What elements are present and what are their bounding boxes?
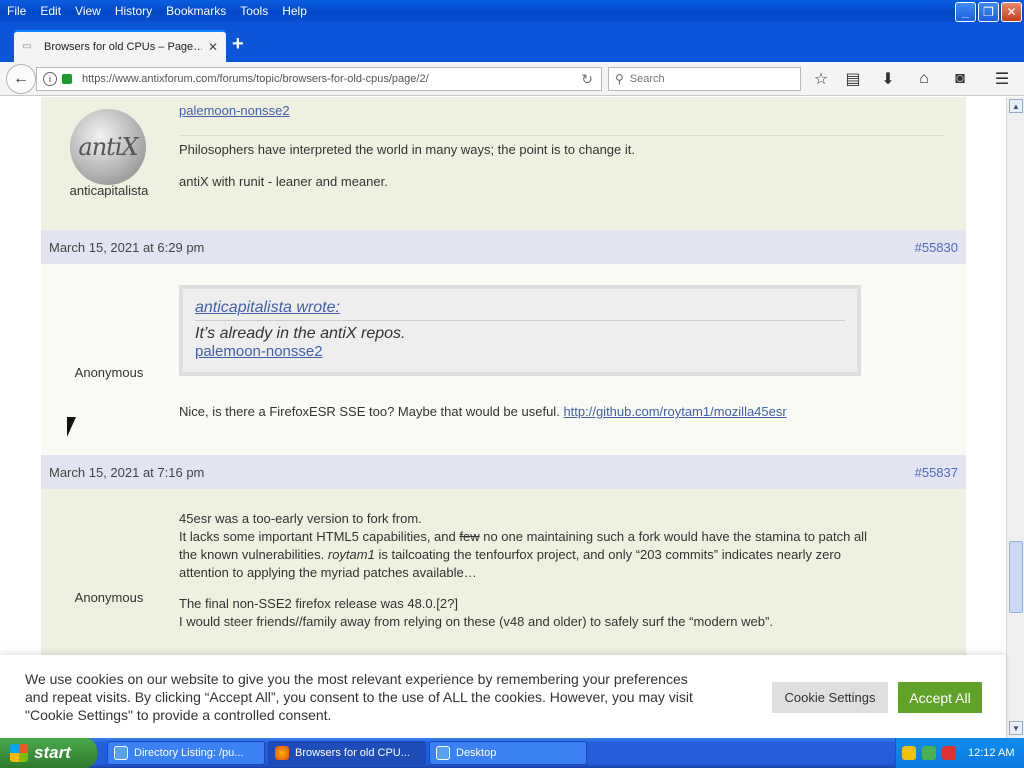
vertical-scrollbar[interactable]: ▲ ▼ (1006, 97, 1024, 738)
home-icon[interactable]: ⌂ (913, 69, 935, 89)
menu-file[interactable]: File (0, 0, 33, 22)
menu-icon[interactable]: ☰ (991, 69, 1013, 89)
post-line-part: no one maintaining such a fork would hav… (483, 529, 867, 544)
post-line-part: It lacks some important HTML5 capabiliti… (179, 529, 456, 544)
taskbar-item-desktop[interactable]: Desktop (429, 741, 587, 765)
scroll-up-icon[interactable]: ▲ (1009, 99, 1023, 113)
url-text[interactable]: https://www.antixforum.com/forums/topic/… (82, 73, 581, 85)
system-tray: 12:12 AM (895, 738, 1024, 768)
signature-divider (179, 135, 945, 136)
post-text-body: Nice, is there a FirefoxESR SSE too? May… (179, 404, 560, 419)
menu-view[interactable]: View (68, 0, 108, 22)
quote-link[interactable]: palemoon-nonsse2 (195, 343, 845, 360)
post-line: the known vulnerabilities. roytam1 is ta… (179, 546, 939, 564)
shield-icon[interactable] (902, 746, 916, 760)
new-tab-button[interactable]: + (232, 34, 244, 54)
cookie-settings-button[interactable]: Cookie Settings (772, 682, 888, 713)
post-line: The final non-SSE2 firefox release was 4… (179, 596, 458, 611)
tab-close-icon[interactable]: ✕ (208, 40, 218, 54)
windows-flag-icon (10, 744, 28, 762)
tab-browsers-for-old-cpus[interactable]: ▭ Browsers for old CPUs – Page… ✕ (14, 30, 226, 62)
desktop-icon (436, 746, 450, 760)
page-favicon-icon: ▭ (22, 41, 32, 52)
post-line: 45esr was a too-early version to fork fr… (179, 511, 422, 526)
lock-icon[interactable] (62, 74, 72, 84)
download-icon[interactable]: ⬇ (877, 69, 899, 89)
taskbar-item-browsers[interactable]: Browsers for old CPU... (268, 741, 426, 765)
minimize-button[interactable]: _ (955, 2, 976, 22)
menu-history[interactable]: History (108, 0, 159, 22)
taskbar-item-label: Directory Listing: /pu... (134, 747, 244, 759)
restore-button[interactable]: ❐ (978, 2, 999, 22)
mouse-cursor-icon (67, 417, 76, 437)
close-window-button[interactable]: ✕ (1001, 2, 1022, 22)
post-link[interactable]: palemoon-nonsse2 (179, 102, 290, 120)
post-line: I would steer friends//family away from … (179, 614, 773, 629)
post-author: Anonymous (74, 590, 144, 605)
network-icon[interactable] (922, 746, 936, 760)
accept-all-button[interactable]: Accept All (898, 682, 982, 713)
taskbar-item-label: Desktop (456, 747, 497, 759)
firefox-icon (275, 746, 289, 760)
post-id-link[interactable]: #55837 (915, 465, 958, 480)
start-button[interactable]: start (0, 738, 97, 768)
post-header: March 15, 2021 at 7:16 pm #55837 (41, 455, 966, 489)
taskbar: start Directory Listing: /pu... Browsers… (0, 738, 1024, 768)
post-line: attention to applying the myriad patches… (179, 565, 477, 580)
signature-line-2: antiX with runit - leaner and meaner. (179, 174, 388, 189)
strikethrough-text: few (459, 529, 480, 544)
search-icon: ⚲ (615, 72, 624, 86)
start-label: start (34, 743, 71, 762)
post-line-part: is tailcoating the tenfourfox project, a… (378, 547, 841, 562)
security-alert-icon[interactable] (942, 746, 956, 760)
post-date: March 15, 2021 at 7:16 pm (49, 464, 205, 480)
tab-title: Browsers for old CPUs – Page… (44, 41, 202, 53)
info-icon[interactable]: i (43, 72, 57, 86)
post-text: 45esr was a too-early version to fork fr… (179, 510, 939, 631)
reload-icon[interactable]: ↻ (581, 71, 593, 88)
cookie-text: We use cookies on our website to give yo… (25, 671, 693, 723)
search-input[interactable] (629, 73, 790, 85)
search-bar[interactable]: ⚲ (608, 67, 801, 91)
avatar[interactable]: antiX (70, 109, 146, 185)
post-author[interactable]: anticapitalista (41, 183, 177, 198)
menu-bar: File Edit View History Bookmarks Tools H… (0, 0, 1024, 22)
star-icon[interactable]: ☆ (810, 69, 832, 89)
taskbar-item-label: Browsers for old CPU... (295, 747, 410, 759)
quote-text: It’s already in the antiX repos. (195, 325, 406, 342)
menu-edit[interactable]: Edit (33, 0, 68, 22)
menu-tools[interactable]: Tools (233, 0, 275, 22)
url-bar[interactable]: i https://www.antixforum.com/forums/topi… (36, 67, 602, 91)
emphasized-text: roytam1 (327, 547, 375, 562)
scroll-thumb[interactable] (1009, 541, 1023, 613)
taskbar-item-directory-listing[interactable]: Directory Listing: /pu... (107, 741, 265, 765)
back-icon[interactable]: ← (6, 64, 36, 94)
post-date: March 15, 2021 at 6:29 pm (49, 239, 205, 255)
quote-author-link[interactable]: anticapitalista wrote: (195, 299, 845, 321)
clock[interactable]: 12:12 AM (968, 747, 1014, 759)
ie-icon (114, 746, 128, 760)
cookie-banner: We use cookies on our website to give yo… (0, 655, 1006, 738)
scroll-down-icon[interactable]: ▼ (1009, 721, 1023, 735)
post-header: March 15, 2021 at 6:29 pm #55830 (41, 230, 966, 264)
signature-line-1: Philosophers have interpreted the world … (179, 142, 635, 157)
navigation-bar: ← i https://www.antixforum.com/forums/to… (0, 62, 1024, 96)
post-text: Nice, is there a FirefoxESR SSE too? May… (179, 403, 787, 421)
post-id-link[interactable]: #55830 (915, 240, 958, 255)
quote-block: anticapitalista wrote: It’s already in t… (179, 285, 861, 376)
menu-help[interactable]: Help (275, 0, 314, 22)
menu-bookmarks[interactable]: Bookmarks (159, 0, 233, 22)
tab-strip: ▭ Browsers for old CPUs – Page… ✕ + (0, 22, 1024, 62)
post-line-part: the known vulnerabilities. (179, 547, 325, 562)
post-line: It lacks some important HTML5 capabiliti… (179, 528, 939, 546)
reading-list-icon[interactable]: ▤ (842, 69, 864, 89)
page-viewport: antiX anticapitalista palemoon-nonsse2 P… (0, 97, 1006, 738)
github-link[interactable]: http://github.com/roytam1/mozilla45esr (563, 404, 786, 419)
post-author: Anonymous (74, 365, 144, 380)
pocket-icon[interactable]: ◙ (949, 69, 971, 89)
